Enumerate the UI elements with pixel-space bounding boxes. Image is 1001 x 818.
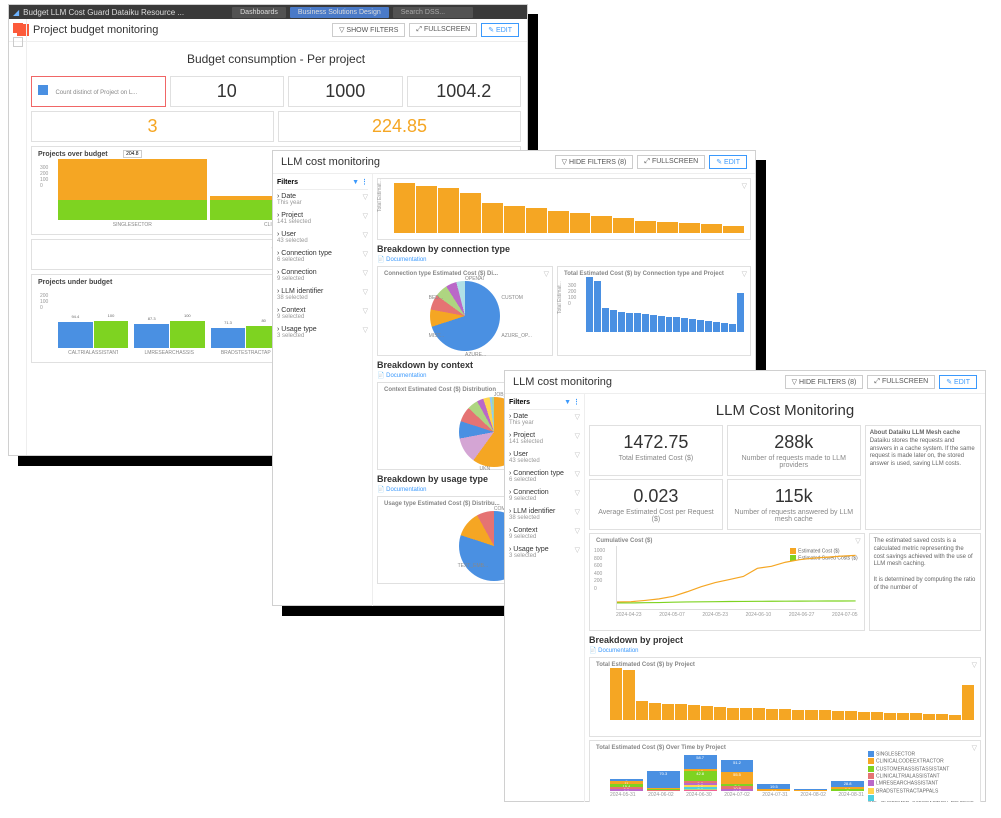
subbar: LLM cost monitoring ▽ HIDE FILTERS (8) ⤢…: [273, 151, 755, 174]
hide-filters-button[interactable]: ▽ HIDE FILTERS (8): [555, 155, 634, 169]
documentation-link[interactable]: 📄 Documentation: [589, 647, 981, 654]
section-title: Budget consumption - Per project: [31, 52, 521, 66]
chart-cost-by-project: Total Estimated Cost ($) by Project ▽: [589, 657, 981, 737]
filter-icon[interactable]: ▽: [742, 182, 747, 190]
kpi-total-cost: 1472.75Total Estimated Cost ($): [589, 425, 723, 476]
filter-toggle-icon[interactable]: ▼ ⋮: [564, 398, 580, 406]
kpi-1004: 1004.2: [407, 76, 521, 107]
filters-sidebar: Filters▼ ⋮ › Date ▽This year› Project ▽1…: [505, 394, 585, 802]
search-input[interactable]: Search DSS...: [393, 7, 473, 18]
pie-connection-type: Connection type Estimated Cost ($) Di...…: [377, 266, 553, 356]
rail-icon-2[interactable]: [13, 37, 23, 47]
crumb-dashboards[interactable]: Dashboards: [232, 7, 286, 18]
filters-sidebar: Filters▼ ⋮ › Date ▽This year› Project ▽1…: [273, 174, 373, 606]
section-breakdown-connection: Breakdown by connection type: [377, 244, 751, 254]
kpi-count-distinct: Count distinct of Project on L...: [31, 76, 166, 107]
filter-date[interactable]: › Date ▽This year: [509, 413, 580, 426]
subbar: LLM cost monitoring ▽ HIDE FILTERS (8) ⤢…: [505, 371, 985, 394]
chart-top-bars: ▽ Total Estimat...: [377, 178, 751, 240]
panel-llm-cost-2: LLM cost monitoring ▽ HIDE FILTERS (8) ⤢…: [504, 370, 986, 802]
section-breakdown-project: Breakdown by project: [589, 635, 981, 645]
filter-icon[interactable]: ▽: [544, 270, 549, 278]
rail-icon-1[interactable]: [13, 23, 23, 33]
kpi-3: 3: [31, 111, 274, 142]
chart-icon: [38, 85, 48, 95]
subbar: Project budget monitoring ▽ SHOW FILTERS…: [9, 19, 527, 42]
crumb-design[interactable]: Business Solutions Design: [290, 7, 389, 18]
page-title: LLM Cost Monitoring: [589, 402, 981, 419]
chart-cumulative: Cumulative Cost ($) ▽ Estimated Cost ($)…: [589, 533, 865, 631]
fullscreen-button[interactable]: ⤢ FULLSCREEN: [867, 375, 935, 389]
kpi-cache: 115kNumber of requests answered by LLM m…: [727, 479, 861, 530]
edit-button[interactable]: ✎ EDIT: [709, 155, 747, 169]
app-title: Budget LLM Cost Guard Dataiku Resource .…: [23, 8, 184, 17]
filter-connection[interactable]: › Connection ▽9 selected: [509, 489, 580, 502]
kpi-1000: 1000: [288, 76, 402, 107]
filter-llm-identifier[interactable]: › LLM identifier ▽38 selected: [509, 508, 580, 521]
about-saved: The estimated saved costs is a calculate…: [869, 533, 981, 631]
edit-button[interactable]: ✎ EDIT: [481, 23, 519, 37]
filter-connection-type[interactable]: › Connection type ▽6 selected: [277, 250, 368, 263]
dashboard-title: Project budget monitoring: [33, 24, 158, 36]
chart-cost-over-time: Total Estimated Cost ($) Over Time by Pr…: [589, 740, 981, 802]
filter-usage-type[interactable]: › Usage type ▽3 selected: [509, 546, 580, 559]
edit-button[interactable]: ✎ EDIT: [939, 375, 977, 389]
fullscreen-button[interactable]: ⤢ FULLSCREEN: [409, 23, 477, 37]
filter-icon[interactable]: ▽: [855, 537, 860, 545]
filter-context[interactable]: › Context ▽9 selected: [277, 307, 368, 320]
app-topbar: ◢ Budget LLM Cost Guard Dataiku Resource…: [9, 5, 527, 19]
filter-project[interactable]: › Project ▽141 selected: [509, 432, 580, 445]
kpi-225: 224.85: [278, 111, 521, 142]
filter-icon[interactable]: ▽: [742, 270, 747, 278]
hide-filters-button[interactable]: ▽ HIDE FILTERS (8): [785, 375, 864, 389]
about-cache: About Dataiku LLM Mesh cache Dataiku sto…: [865, 425, 981, 530]
filter-user[interactable]: › User ▽43 selected: [509, 451, 580, 464]
show-filters-button[interactable]: ▽ SHOW FILTERS: [332, 23, 405, 37]
filter-usage-type[interactable]: › Usage type ▽3 selected: [277, 326, 368, 339]
filter-user[interactable]: › User ▽43 selected: [277, 231, 368, 244]
filter-icon[interactable]: ▽: [972, 744, 977, 752]
filter-project[interactable]: › Project ▽141 selected: [277, 212, 368, 225]
kpi-10: 10: [170, 76, 284, 107]
filter-connection[interactable]: › Connection ▽9 selected: [277, 269, 368, 282]
filter-connection-type[interactable]: › Connection type ▽6 selected: [509, 470, 580, 483]
filter-date[interactable]: › Date ▽This year: [277, 193, 368, 206]
section-breakdown-context: Breakdown by context: [377, 360, 751, 370]
filter-icon[interactable]: ▽: [972, 661, 977, 669]
filter-context[interactable]: › Context ▽9 selected: [509, 527, 580, 540]
fullscreen-button[interactable]: ⤢ FULLSCREEN: [637, 155, 705, 169]
documentation-link[interactable]: 📄 Documentation: [377, 256, 751, 263]
filter-toggle-icon[interactable]: ▼ ⋮: [352, 178, 368, 186]
kpi-requests: 288kNumber of requests made to LLM provi…: [727, 425, 861, 476]
filter-llm-identifier[interactable]: › LLM identifier ▽38 selected: [277, 288, 368, 301]
kpi-avg-cost: 0.023Average Estimated Cost per Request …: [589, 479, 723, 530]
chart-conn-project: Total Estimated Cost ($) by Connection t…: [557, 266, 751, 356]
